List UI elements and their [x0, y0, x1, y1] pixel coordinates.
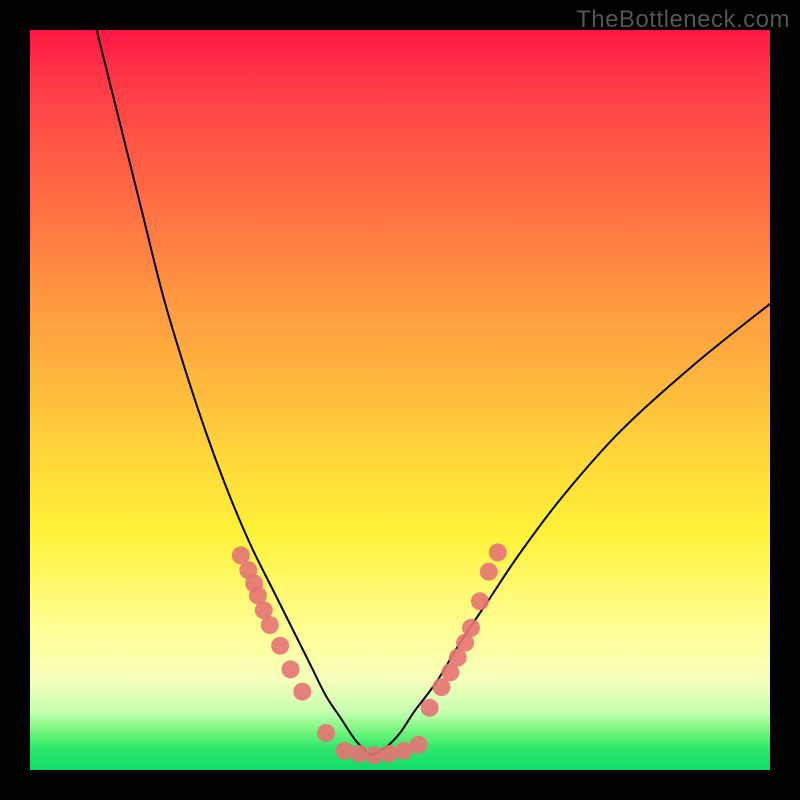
data-dot	[317, 724, 335, 742]
data-dots	[232, 543, 507, 764]
data-dot	[489, 543, 507, 561]
data-dot	[421, 699, 439, 717]
left-curve	[97, 30, 371, 755]
data-dot	[293, 683, 311, 701]
data-dot	[261, 616, 279, 634]
data-dot	[480, 563, 498, 581]
data-dot	[462, 619, 480, 637]
chart-svg	[30, 30, 770, 770]
data-dot	[282, 660, 300, 678]
chart-frame: TheBottleneck.com	[0, 0, 800, 800]
watermark-text: TheBottleneck.com	[576, 6, 790, 34]
data-dot	[410, 736, 428, 754]
data-dot	[471, 592, 489, 610]
right-curve	[370, 304, 770, 755]
data-dot	[271, 637, 289, 655]
